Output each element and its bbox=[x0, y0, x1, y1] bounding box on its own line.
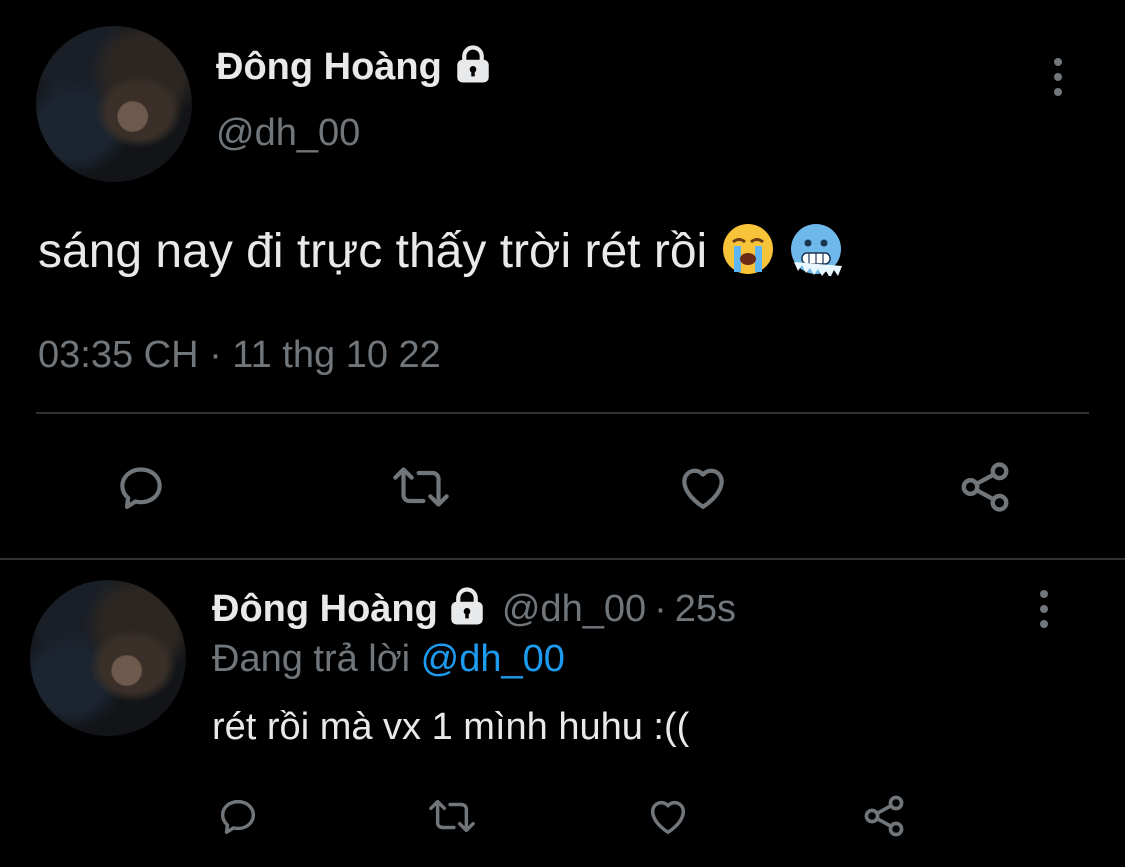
reply-avatar[interactable] bbox=[30, 580, 186, 736]
tweet-timestamp[interactable]: 03:35 CH · 11 thg 10 22 bbox=[38, 334, 441, 377]
reply-text: rét rồi mà vx 1 mình huhu :(( bbox=[212, 706, 690, 748]
loudly-crying-face-icon bbox=[721, 222, 775, 281]
reply-author-name[interactable]: Đông Hoàng bbox=[212, 588, 438, 631]
share-button[interactable] bbox=[952, 456, 1018, 522]
replying-to-line: Đang trả lời @dh_00 bbox=[212, 638, 565, 681]
reply-like-button[interactable] bbox=[640, 790, 696, 846]
divider bbox=[36, 412, 1089, 414]
author-name[interactable]: Đông Hoàng bbox=[216, 46, 442, 89]
reply-author-handle[interactable]: @dh_00 bbox=[502, 588, 646, 631]
reply-retweet-button[interactable] bbox=[424, 790, 480, 846]
reply-time[interactable]: 25s bbox=[675, 588, 736, 631]
reply-icon bbox=[215, 793, 261, 844]
tweet-text-row: sáng nay đi trực thấy trời rét rồi bbox=[38, 222, 843, 281]
reply-button[interactable] bbox=[108, 456, 174, 522]
replying-prefix: Đang trả lời bbox=[212, 638, 411, 680]
tweet-text: sáng nay đi trực thấy trời rét rồi bbox=[38, 225, 708, 278]
retweet-button[interactable] bbox=[388, 456, 454, 522]
retweet-icon bbox=[390, 459, 452, 520]
replying-to-mention[interactable]: @dh_00 bbox=[421, 638, 565, 680]
cold-face-icon bbox=[789, 222, 843, 281]
avatar[interactable] bbox=[36, 26, 192, 182]
reply-more-options-icon[interactable] bbox=[1040, 590, 1048, 628]
reply-icon bbox=[113, 459, 169, 520]
retweet-icon bbox=[426, 793, 478, 844]
share-icon bbox=[956, 458, 1014, 521]
lock-icon bbox=[446, 586, 488, 633]
lock-icon bbox=[452, 44, 494, 91]
share-icon bbox=[860, 792, 908, 845]
like-icon bbox=[644, 793, 692, 844]
reply-share-button[interactable] bbox=[856, 790, 912, 846]
like-button[interactable] bbox=[670, 456, 736, 522]
like-icon bbox=[674, 459, 732, 520]
author-handle[interactable]: @dh_00 bbox=[216, 112, 360, 155]
meta-separator: · bbox=[654, 588, 667, 630]
reply-reply-button[interactable] bbox=[210, 790, 266, 846]
more-options-icon[interactable] bbox=[1054, 58, 1062, 96]
section-divider bbox=[0, 558, 1125, 560]
